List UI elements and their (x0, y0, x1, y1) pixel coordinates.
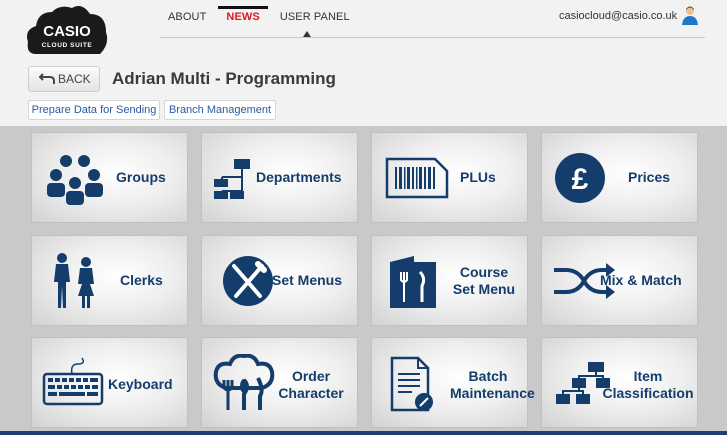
nav-user-panel[interactable]: USER PANEL (272, 8, 358, 30)
tile-course-set-menu[interactable]: Course Set Menu (371, 235, 528, 326)
tile-order-character[interactable]: Order Character (201, 337, 358, 428)
user-email[interactable]: casiocloud@casio.co.uk (559, 10, 677, 22)
tile-label-line1: Course (459, 264, 509, 280)
tile-plus[interactable]: PLUs (371, 132, 528, 223)
svg-text:£: £ (572, 163, 589, 196)
tile-item-classification[interactable]: Item Classification (541, 337, 698, 428)
tile-label-line2: Character (278, 385, 344, 401)
tile-set-menus[interactable]: Set Menus (201, 235, 358, 326)
tile-label: Course Set Menu (446, 264, 522, 298)
nav-news[interactable]: NEWS (218, 6, 269, 30)
tile-label-line2: Maintenance (450, 385, 535, 401)
brand-name: CASIO (43, 23, 91, 40)
tile-batch-maintenance[interactable]: Batch Maintenance (371, 337, 535, 428)
tile-label: PLUs (460, 169, 496, 185)
back-label: BACK (58, 72, 91, 86)
main-nav: ABOUT NEWS USER PANEL (160, 6, 358, 38)
menu-book-icon (390, 256, 436, 308)
tile-label: Set Menus (272, 272, 343, 288)
tile-label-line1: Batch (468, 368, 508, 384)
prepare-data-button[interactable]: Prepare Data for Sending (28, 100, 160, 120)
tile-label-line2: Set Menu (452, 281, 516, 297)
back-button[interactable]: BACK (28, 66, 100, 92)
tile-label: Order Character (276, 368, 346, 402)
tile-label-line1: Item (633, 368, 663, 384)
tile-label: Item Classification (600, 368, 696, 402)
keyboard-icon (42, 357, 104, 406)
tile-groups[interactable]: Groups (31, 132, 188, 223)
tile-label: Groups (116, 169, 166, 185)
user-avatar-icon[interactable] (681, 5, 699, 25)
tile-label: Departments (256, 169, 342, 185)
page-title: Adrian Multi - Programming (112, 69, 336, 88)
tile-label: Prices (628, 169, 671, 185)
tile-label: Keyboard (108, 376, 173, 392)
tile-label-line2: Classification (602, 385, 694, 401)
tiles-grid: Groups Departments PLUs £ Prices Clerks … (0, 126, 727, 435)
tile-mix-match[interactable]: Mix & Match (541, 235, 698, 326)
brand-sub: CLOUD SUITE (42, 42, 93, 49)
bottom-strip (0, 431, 727, 435)
clerks-icon (54, 253, 94, 308)
chef-icon (213, 354, 275, 410)
back-arrow-icon (39, 73, 55, 84)
tile-keyboard[interactable]: Keyboard (31, 337, 188, 428)
document-icon (390, 356, 433, 412)
tile-label: Batch Maintenance (450, 368, 535, 402)
tile-departments[interactable]: Departments (201, 132, 358, 223)
nav-about[interactable]: ABOUT (160, 8, 214, 30)
casio-logo[interactable]: CASIO CLOUD SUITE (26, 4, 108, 56)
barcode-icon (385, 157, 449, 199)
tile-clerks[interactable]: Clerks (31, 235, 188, 326)
tile-label-line1: Order (291, 368, 331, 384)
tile-label: Mix & Match (600, 272, 682, 288)
branch-management-button[interactable]: Branch Management (164, 100, 276, 120)
groups-icon (47, 155, 103, 205)
pound-icon: £ (555, 153, 605, 203)
cutlery-icon (223, 256, 273, 306)
tile-prices[interactable]: £ Prices (541, 132, 698, 223)
nav-divider (160, 37, 705, 38)
tile-label: Clerks (120, 272, 163, 288)
header: CASIO CLOUD SUITE ABOUT NEWS USER PANEL … (0, 0, 727, 60)
nav-active-caret (303, 31, 311, 37)
